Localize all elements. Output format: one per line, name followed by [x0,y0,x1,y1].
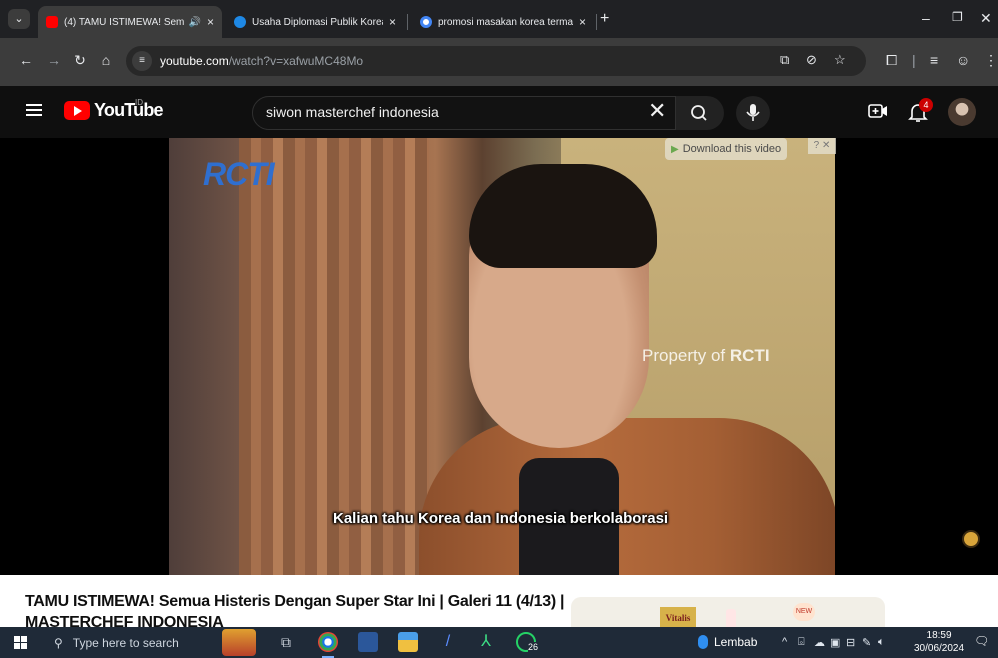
pen-app-icon[interactable]: / [438,632,458,652]
cast-icon[interactable]: ⧉ [780,52,789,68]
tab-title: promosi masakan korea termas [438,16,573,28]
url-text[interactable]: youtube.com/watch?v=xafwuMC48Mo [160,54,363,68]
channel-watermark-icon[interactable] [962,530,980,548]
minimize-icon[interactable]: – [922,10,930,26]
file-explorer-icon[interactable] [398,632,418,652]
display-icon[interactable]: ▣ [830,636,840,649]
windows-taskbar: ⚲ Type here to search ⧉ / ⅄ 26 Lembab ^ … [0,627,998,658]
user-avatar[interactable] [948,98,976,126]
hamburger-menu-icon[interactable] [26,104,42,116]
windows-start-icon[interactable] [14,636,28,650]
search-icon [691,105,707,121]
chrome-app-icon[interactable] [318,632,338,658]
system-clock[interactable]: 18:59 30/06/2024 [914,629,964,655]
microphone-icon [746,104,760,121]
whatsapp-unread-badge: 26 [528,642,539,652]
clock-date: 30/06/2024 [914,643,965,654]
onedrive-cloud-icon[interactable]: ☁ [814,636,825,649]
ad-new-tag: NEW [793,603,815,621]
tab-title: Usaha Diplomasi Publik Korea S [252,16,383,28]
video-player[interactable]: RCTI ▶ Download this video ? ✕ Property … [0,138,998,575]
notification-count-badge: 4 [919,98,933,112]
tab-promosi-masakan[interactable]: promosi masakan korea termas × [412,6,594,38]
clock-time: 18:59 [926,630,952,641]
back-arrow-icon[interactable]: ← [16,52,36,68]
region-code: ID [135,98,143,107]
news-widget-icon[interactable] [222,629,256,656]
eye-off-icon[interactable]: ⊘ [806,52,817,68]
task-view-icon[interactable]: ⧉ [276,632,296,652]
download-label: Download this video [682,143,782,155]
tab-search-button[interactable]: ⌄ [8,9,30,29]
tab-close-icon[interactable]: × [207,15,214,29]
search-query-text[interactable]: siwon masterchef indonesia [266,104,439,120]
clear-search-icon[interactable]: ✕ [648,98,666,124]
pen-tray-icon[interactable]: ✎ [862,636,871,649]
voice-search-button[interactable] [736,96,770,130]
tab-divider [407,14,408,30]
home-icon[interactable]: ⌂ [96,52,116,68]
tab-close-icon[interactable]: × [389,15,396,29]
download-close-icon[interactable]: ? ✕ [808,138,836,154]
word-app-icon[interactable] [358,632,378,652]
tray-app-icon[interactable]: ⌺ [798,636,805,649]
site-controls-icon[interactable]: ≡ [132,51,152,71]
rcti-logo: RCTI [203,156,275,192]
browser-toolbar: ← → ↻ ⌂ ≡ youtube.com/watch?v=xafwuMC48M… [0,38,998,86]
search-button[interactable] [676,96,724,130]
notification-center-icon[interactable]: 🗨︎ [974,634,990,650]
tab-usaha-diplomasi[interactable]: Usaha Diplomasi Publik Korea S × [226,6,404,38]
person-hair [469,164,657,268]
youtube-favicon-icon [46,16,58,28]
tab-youtube-video[interactable]: (4) TAMU ISTIMEWA! Semu 🔊 × [38,6,222,38]
humidity-drop-icon [698,635,708,649]
property-watermark: Property of RCTI [642,346,770,365]
forward-arrow-icon[interactable]: → [44,52,64,68]
reload-icon[interactable]: ↻ [70,52,90,69]
ad-thumbnail[interactable]: Vitalis NEW [571,597,885,627]
tab-title: (4) TAMU ISTIMEWA! Semu [64,16,185,28]
toolbar-divider: | [912,52,916,68]
play-arrow-icon: ▶ [671,143,679,155]
audio-playing-icon[interactable]: 🔊 [189,17,201,28]
address-bar[interactable]: ≡ youtube.com/watch?v=xafwuMC48Mo ⧉ ⊘ ☆ [126,46,866,76]
youtube-play-icon [64,101,90,120]
scene-wall [169,138,239,575]
show-hidden-icons-icon[interactable]: ^ [782,636,787,648]
bookmark-star-icon[interactable]: ☆ [834,52,846,68]
weather-widget[interactable]: Lembab [698,635,757,649]
site-favicon-icon [234,16,246,28]
reading-list-icon[interactable]: ≡ [930,52,938,68]
create-video-icon[interactable] [868,103,888,119]
browser-tab-strip: ⌄ (4) TAMU ISTIMEWA! Semu 🔊 × Usaha Dipl… [0,0,998,38]
download-video-button[interactable]: ▶ Download this video [665,138,788,160]
profile-icon[interactable]: ☺ [956,52,970,68]
ad-brand-logo: Vitalis [660,607,696,627]
weather-label: Lembab [714,635,758,649]
taskbar-search-input[interactable]: ⚲ Type here to search [44,629,214,656]
taskbar-search-placeholder: Type here to search [72,635,179,650]
tab-close-icon[interactable]: × [579,15,586,29]
google-favicon-icon [420,16,432,28]
video-info: TAMU ISTIMEWA! Semua Histeris Dengan Sup… [0,575,998,627]
search-icon: ⚲ [54,635,63,650]
youtube-logo[interactable]: YouTube [64,100,164,121]
app-icon[interactable]: ⅄ [476,632,496,652]
ad-product-image [726,609,736,627]
video-subtitle: Kalian tahu Korea dan Indonesia berkolab… [333,510,669,527]
menu-kebab-icon[interactable]: ⋮ [984,52,998,69]
youtube-header: YouTube ID siwon masterchef indonesia ✕ … [0,86,998,138]
youtube-wordmark: YouTube [94,100,164,120]
tab-divider [596,14,597,30]
volume-icon[interactable]: 🔈︎ [878,636,885,649]
network-icon[interactable]: ⊟ [846,636,855,649]
new-tab-button[interactable]: + [600,10,609,28]
window-close-icon[interactable]: ✕ [980,10,992,27]
restore-icon[interactable]: ❐ [952,10,963,24]
person-jacket [419,418,835,575]
extensions-icon[interactable]: ⧠ [886,52,897,69]
video-title: TAMU ISTIMEWA! Semua Histeris Dengan Sup… [25,593,565,627]
